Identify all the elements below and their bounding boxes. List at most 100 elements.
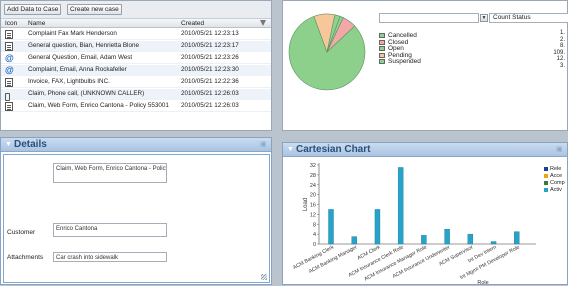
legend-swatch bbox=[544, 174, 548, 178]
list-toolbar: Add Data to Case Create new case bbox=[1, 1, 271, 19]
document-icon bbox=[5, 42, 13, 51]
details-panel: ▼ Details ▣ Claim, Web Form, Enrico Cant… bbox=[0, 137, 272, 285]
resize-handle-icon[interactable] bbox=[261, 274, 267, 280]
row-name: General Question, Email, Adam West bbox=[28, 54, 133, 61]
table-row[interactable]: @ General Question, Email, Adam West 2010/… bbox=[1, 53, 271, 64]
bar[interactable] bbox=[351, 236, 357, 245]
legend-swatch bbox=[379, 59, 385, 64]
legend-label: Activ bbox=[550, 187, 562, 193]
legend-swatch bbox=[379, 39, 385, 45]
legend-label: Acce bbox=[550, 173, 563, 179]
y-tick-label: 12 bbox=[310, 212, 316, 218]
x-axis-title: Role bbox=[477, 280, 488, 286]
count-value: 109. bbox=[553, 49, 565, 56]
y-tick-label: 24 bbox=[310, 183, 316, 189]
count-value: 1. bbox=[559, 30, 565, 36]
y-tick-label: 0 bbox=[313, 242, 316, 248]
bar[interactable] bbox=[514, 231, 520, 245]
collapse-chevron-icon[interactable]: ▼ bbox=[5, 141, 12, 149]
bar[interactable] bbox=[421, 235, 427, 245]
bar-chart: 048121620242832LoadACM Banking ClerkACM … bbox=[292, 163, 536, 286]
table-row[interactable]: Claim, Web Form, Enrico Cantona - Policy… bbox=[1, 101, 271, 112]
table-row[interactable]: Invoice, FAX, Lightbulbs INC. 2010/05/21 … bbox=[1, 77, 271, 88]
y-tick-label: 32 bbox=[310, 163, 316, 169]
customer-label: Customer bbox=[7, 229, 36, 236]
table-row[interactable]: General question, Bian, Henrietta Blone 2… bbox=[1, 41, 271, 52]
count-value: 12. bbox=[556, 56, 565, 62]
filter-icon[interactable] bbox=[260, 20, 266, 26]
legend-label: Suspended bbox=[388, 58, 421, 65]
legend-swatch bbox=[379, 46, 385, 51]
bar[interactable] bbox=[467, 233, 474, 245]
bar[interactable] bbox=[397, 167, 404, 245]
phone-icon bbox=[5, 90, 13, 101]
bar[interactable] bbox=[444, 228, 450, 245]
column-header-created[interactable]: Created bbox=[181, 19, 204, 28]
legend-swatch bbox=[544, 181, 548, 185]
count-value: 3. bbox=[559, 62, 565, 69]
y-tick-label: 28 bbox=[310, 173, 316, 179]
legend-label: Rele bbox=[550, 166, 562, 172]
legend-label: Comp bbox=[550, 180, 565, 186]
bar[interactable] bbox=[490, 241, 497, 245]
cartesian-chart-panel: ▼ Cartesian Chart ▣ 0 4 8 12 16 20 24 28 32 Load A… bbox=[282, 142, 568, 286]
row-name: Claim, Web Form, Enrico Cantona - Policy… bbox=[28, 102, 169, 109]
row-created: 2010/05/21 12:23:26 bbox=[181, 54, 239, 61]
row-created: 2010/05/21 12:22:36 bbox=[181, 78, 239, 85]
pie-chart-panel: ▼ Count Status Cancelled Closed Open Pendin… bbox=[282, 0, 568, 131]
y-tick-label: 8 bbox=[313, 222, 316, 228]
table-row[interactable]: Complaint Fax Mark Henderson 2010/05/21 1… bbox=[1, 29, 271, 40]
add-data-to-case-button[interactable]: Add Data to Case bbox=[4, 4, 62, 15]
legend-swatch bbox=[379, 52, 385, 58]
document-icon bbox=[5, 78, 13, 87]
panel-menu-icon[interactable]: ▣ bbox=[260, 141, 267, 148]
y-tick-label: 4 bbox=[313, 232, 316, 238]
row-name: Complaint Fax Mark Henderson bbox=[28, 30, 117, 37]
row-created: 2010/05/21 12:23:17 bbox=[181, 42, 239, 49]
row-name: Complaint, Email, Anna Rockafeller bbox=[28, 66, 127, 73]
details-form: Claim, Web Form, Enrico Cantona - Policy… bbox=[3, 154, 270, 283]
y-tick-label: 16 bbox=[310, 203, 316, 209]
customer-field[interactable]: Enrico Cantona bbox=[53, 223, 167, 237]
count-value: 8. bbox=[559, 43, 565, 49]
row-name: Claim, Phone call, (UNKNOWN CALLER) bbox=[28, 90, 145, 97]
create-new-case-button[interactable]: Create new case bbox=[67, 4, 122, 15]
column-header-name[interactable]: Name bbox=[28, 19, 45, 28]
details-title: Details bbox=[14, 139, 47, 150]
document-icon bbox=[5, 30, 13, 39]
table-row[interactable]: @ Complaint, Email, Anna Rockafeller 2010/… bbox=[1, 65, 271, 76]
y-tick-label: 20 bbox=[310, 193, 316, 199]
column-header-icon[interactable]: Icon bbox=[5, 19, 17, 28]
at-email-icon: @ bbox=[5, 53, 14, 63]
at-email-icon: @ bbox=[5, 65, 14, 75]
row-created: 2010/05/21 12:26:03 bbox=[181, 102, 239, 109]
y-axis-title: Load bbox=[303, 198, 309, 211]
row-name: General question, Bian, Henrietta Blone bbox=[28, 42, 139, 49]
bar[interactable] bbox=[374, 209, 381, 245]
chevron-down-icon[interactable]: ▼ bbox=[480, 14, 488, 22]
table-header: Icon Name Created bbox=[1, 19, 271, 28]
cartesian-title: Cartesian Chart bbox=[296, 144, 371, 155]
bar[interactable] bbox=[328, 209, 334, 245]
chart-selector-dropdown[interactable] bbox=[379, 13, 479, 23]
pie-chart bbox=[288, 13, 366, 91]
row-created: 2010/05/21 12:26:03 bbox=[181, 90, 239, 97]
cartesian-header: ▼ Cartesian Chart ▣ bbox=[283, 143, 567, 157]
legend-swatch bbox=[544, 188, 548, 192]
attachments-label: Attachments bbox=[7, 254, 44, 261]
legend-swatch bbox=[544, 167, 548, 171]
web-form-icon bbox=[5, 102, 13, 111]
collapse-chevron-icon[interactable]: ▼ bbox=[287, 146, 294, 154]
row-created: 2010/05/21 12:23:30 bbox=[181, 66, 239, 73]
row-created: 2010/05/21 12:23:13 bbox=[181, 30, 239, 37]
table-row[interactable]: Claim, Phone call, (UNKNOWN CALLER) 2010/… bbox=[1, 89, 271, 101]
panel-menu-icon[interactable]: ▣ bbox=[556, 146, 563, 153]
case-name-field[interactable]: Claim, Web Form, Enrico Cantona - Policy bbox=[53, 163, 167, 183]
count-status-select[interactable]: Count Status bbox=[489, 13, 568, 23]
row-name: Invoice, FAX, Lightbulbs INC. bbox=[28, 78, 110, 85]
legend-swatch bbox=[379, 33, 385, 38]
count-value: 2. bbox=[559, 36, 565, 43]
details-header: ▼ Details ▣ bbox=[1, 138, 271, 152]
case-list-panel: Add Data to Case Create new case Icon Na… bbox=[0, 0, 272, 131]
attachments-field[interactable]: Car crash into sidewalk bbox=[53, 252, 167, 262]
